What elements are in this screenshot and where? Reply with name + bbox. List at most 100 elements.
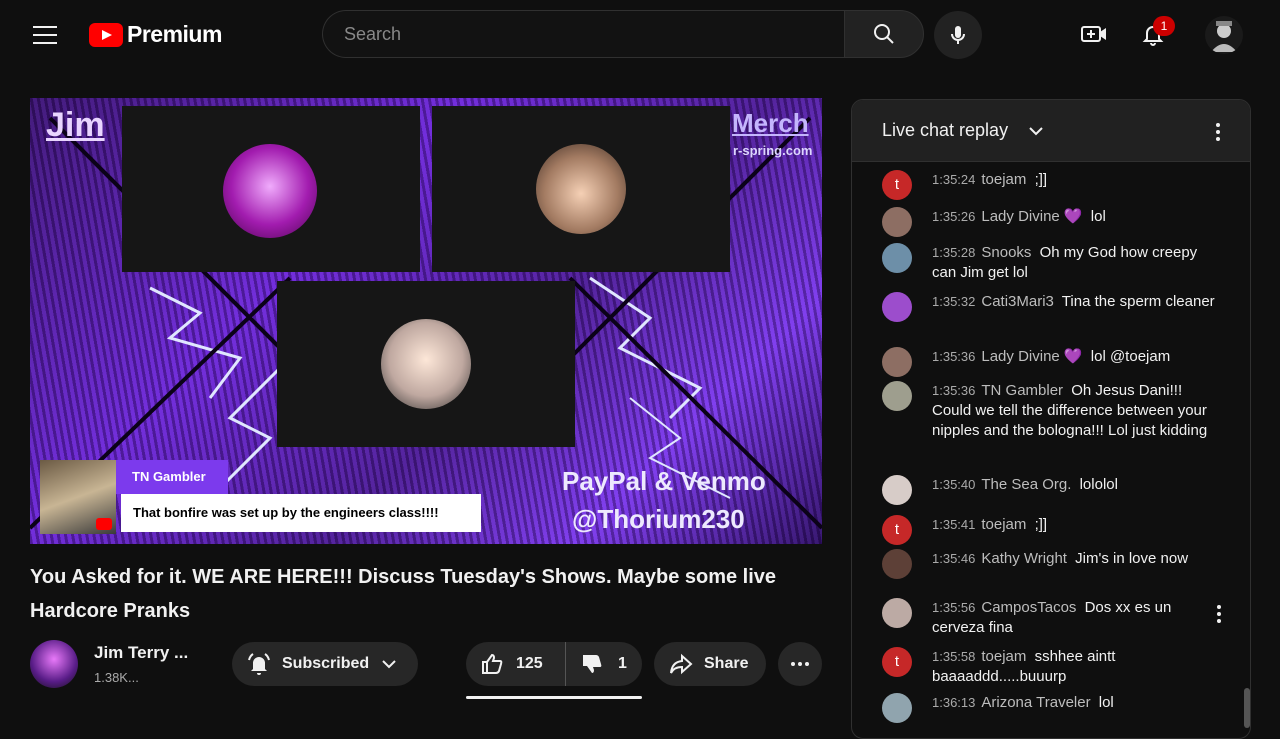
chat-message-text: ;]] [1030, 171, 1048, 188]
more-actions-button[interactable] [778, 642, 822, 686]
chat-author-name[interactable]: Kathy Wright [981, 550, 1067, 567]
chat-message[interactable]: 1:35:26 Lady Divine 💜 lol [882, 207, 1222, 237]
chat-message-text: lol [1094, 694, 1114, 711]
participant-avatar [223, 144, 317, 238]
chat-timestamp: 1:35:26 [932, 209, 976, 224]
overlay-merch-text: Merch [732, 108, 809, 138]
chat-author-name[interactable]: Arizona Traveler [981, 694, 1090, 711]
channel-avatar[interactable] [30, 640, 78, 688]
chat-scrollbar[interactable] [1244, 688, 1250, 728]
chat-message-text: Jim's in love now [1070, 550, 1189, 567]
chat-title[interactable]: Live chat replay [882, 120, 1008, 141]
create-video-icon [1081, 26, 1106, 42]
chat-author-name[interactable]: Lady Divine 💜 [981, 348, 1082, 365]
chat-timestamp: 1:35:36 [932, 349, 976, 364]
create-button[interactable] [1074, 14, 1114, 54]
chat-author-avatar[interactable] [882, 381, 912, 411]
chat-timestamp: 1:35:58 [932, 649, 976, 664]
share-button[interactable]: Share [654, 642, 766, 686]
more-horizontal-icon [791, 662, 809, 666]
chat-timestamp: 1:35:56 [932, 600, 976, 615]
chat-message[interactable]: 1:35:36 Lady Divine 💜 lol @toejam [882, 347, 1222, 377]
chat-author-name[interactable]: toejam [981, 516, 1026, 533]
chat-author-avatar[interactable] [882, 549, 912, 579]
chat-message-body: 1:35:58 toejam sshhee aintt baaaaddd.....… [932, 647, 1222, 687]
top-bar: Premium 1 [0, 0, 1280, 68]
chat-author-avatar[interactable]: t [882, 170, 912, 200]
more-vertical-icon[interactable] [1206, 120, 1230, 144]
chat-message-body: 1:35:41 toejam ;]] [932, 515, 1222, 535]
search-icon [874, 24, 894, 44]
chat-message-text: ;]] [1030, 516, 1048, 533]
chat-message[interactable]: 1:35:46 Kathy Wright Jim's in love now [882, 549, 1222, 579]
chat-timestamp: 1:35:24 [932, 172, 976, 187]
chat-timestamp: 1:35:36 [932, 383, 976, 398]
chat-author-name[interactable]: Cati3Mari3 [981, 293, 1054, 310]
share-icon [670, 653, 693, 675]
like-button[interactable]: 125 [466, 642, 566, 686]
webcam-panel-2 [432, 106, 730, 272]
chat-message-body: 1:35:36 TN Gambler Oh Jesus Dani!!! Could… [932, 381, 1222, 441]
chat-timestamp: 1:36:13 [932, 695, 976, 710]
chat-author-avatar[interactable] [882, 243, 912, 273]
participant-avatar [381, 319, 471, 409]
overlay-paypal-text: PayPal & Venmo [562, 466, 766, 496]
chat-author-avatar[interactable] [882, 292, 912, 322]
chat-author-avatar[interactable]: t [882, 647, 912, 677]
message-menu-icon[interactable] [1214, 602, 1224, 626]
search-input[interactable] [323, 11, 845, 57]
overlay-merch-url: r-spring.com [733, 143, 813, 158]
chat-header: Live chat replay [852, 100, 1250, 162]
chat-author-avatar[interactable]: t [882, 515, 912, 545]
overlay-comment-author: TN Gambler [116, 460, 228, 494]
menu-icon[interactable] [33, 26, 57, 44]
chat-message-body: 1:35:24 toejam ;]] [932, 170, 1222, 190]
microphone-icon [951, 26, 965, 44]
voice-search-button[interactable] [934, 11, 982, 59]
chat-message-text: lol @toejam [1086, 348, 1171, 365]
subscriber-count: 1.38K... [94, 670, 139, 685]
dislike-count: 1 [618, 655, 627, 672]
chat-message[interactable]: t 1:35:58 toejam sshhee aintt baaaaddd....… [882, 647, 1222, 687]
like-count: 125 [516, 655, 543, 672]
chat-message-body: 1:35:40 The Sea Org. lololol [932, 475, 1222, 495]
chat-author-name[interactable]: toejam [981, 171, 1026, 188]
chat-author-avatar[interactable] [882, 598, 912, 628]
chat-author-avatar[interactable] [882, 347, 912, 377]
chat-message[interactable]: 1:35:28 Snooks Oh my God how creepy can J… [882, 243, 1222, 283]
chat-timestamp: 1:35:41 [932, 517, 976, 532]
chat-author-name[interactable]: CamposTacos [981, 599, 1076, 616]
chevron-down-icon[interactable] [1027, 122, 1045, 140]
chat-message[interactable]: 1:35:36 TN Gambler Oh Jesus Dani!!! Could… [882, 381, 1222, 441]
overlay-handle-text: @Thorium230 [572, 504, 745, 534]
chat-author-name[interactable]: Lady Divine 💜 [981, 208, 1082, 225]
dislike-button[interactable]: 1 [566, 642, 627, 686]
chat-timestamp: 1:35:40 [932, 477, 976, 492]
chat-author-name[interactable]: Snooks [981, 244, 1031, 261]
chat-message-body: 1:35:36 Lady Divine 💜 lol @toejam [932, 347, 1222, 367]
chat-message[interactable]: t 1:35:41 toejam ;]] [882, 515, 1222, 545]
chat-message[interactable]: t 1:35:24 toejam ;]] [882, 170, 1222, 200]
chat-message[interactable]: 1:35:32 Cati3Mari3 Tina the sperm cleaner [882, 292, 1222, 322]
chat-message-body: 1:35:56 CamposTacos Dos xx es un cerveza … [932, 598, 1222, 638]
bell-ringing-icon [248, 653, 270, 675]
youtube-premium-logo[interactable]: Premium [89, 21, 222, 48]
search-button[interactable] [844, 10, 924, 58]
subscribed-button[interactable]: Subscribed [232, 642, 418, 686]
chat-message[interactable]: 1:35:56 CamposTacos Dos xx es un cerveza … [882, 598, 1222, 638]
chat-author-avatar[interactable] [882, 693, 912, 723]
chat-message-body: 1:36:13 Arizona Traveler lol [932, 693, 1222, 713]
channel-name[interactable]: Jim Terry ... [94, 643, 188, 663]
chat-message[interactable]: 1:36:13 Arizona Traveler lol [882, 693, 1222, 723]
chat-author-avatar[interactable] [882, 207, 912, 237]
account-avatar[interactable] [1205, 16, 1243, 54]
chat-author-name[interactable]: The Sea Org. [981, 476, 1071, 493]
video-player[interactable]: Jim Merch r-spring.com TN Gambler That b… [30, 98, 822, 544]
chat-author-avatar[interactable] [882, 475, 912, 505]
notification-badge: 1 [1153, 16, 1175, 36]
chat-message[interactable]: 1:35:40 The Sea Org. lololol [882, 475, 1222, 505]
subscribed-label: Subscribed [282, 655, 370, 672]
like-indicator [466, 696, 642, 699]
chat-author-name[interactable]: TN Gambler [981, 382, 1063, 399]
chat-author-name[interactable]: toejam [981, 648, 1026, 665]
